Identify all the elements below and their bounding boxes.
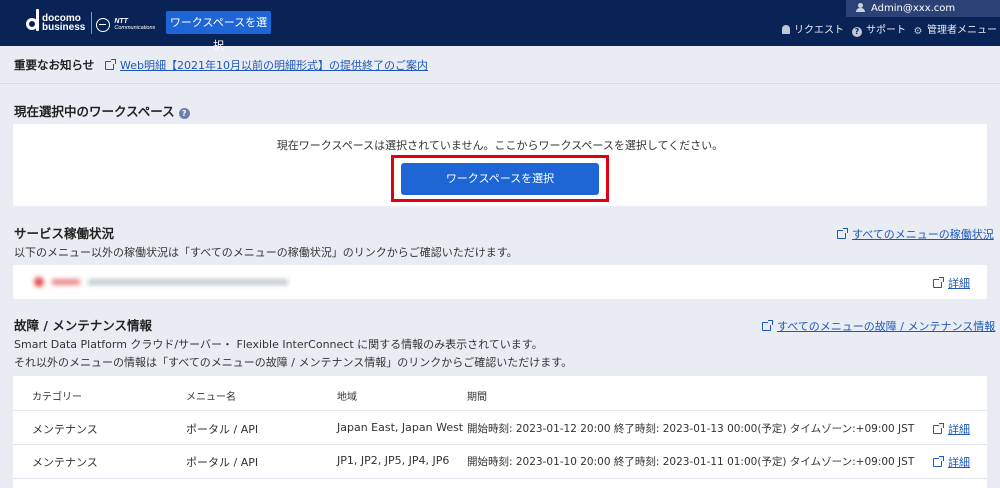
header-select-workspace-button[interactable]: ワークスペースを選択 <box>166 11 271 52</box>
admin-menu[interactable]: ⚙ 管理者メニュー <box>913 25 997 37</box>
logo-divider <box>91 12 92 34</box>
service-status-title: サービス稼働状況 <box>14 226 115 241</box>
docomo-d-icon <box>26 9 40 33</box>
maintenance-description-2: それ以外のメニューの情報は「すべてのメニューの故障 / メンテナンス情報」のリン… <box>14 356 573 369</box>
docomo-business-logo[interactable]: docomo business <box>26 9 90 35</box>
request-menu[interactable]: リクエスト <box>782 25 844 37</box>
current-workspace-heading: 現在選択中のワークスペース? <box>14 101 190 120</box>
user-icon <box>856 3 865 12</box>
brand-line2: business <box>42 22 86 33</box>
brand-text: docomo business <box>42 14 86 33</box>
row1-region: Japan East, Japan West <box>337 421 464 434</box>
ntt-name: NTT Communications <box>114 17 156 31</box>
row2-category: メンテナンス <box>32 456 98 469</box>
column-header-category: カテゴリー <box>32 392 82 403</box>
notice-title: 重要なお知らせ <box>14 58 95 72</box>
workspace-message: 現在ワークスペースは選択されていません。ここからワークスペースを選択してください… <box>276 139 724 152</box>
ntt-mark-icon <box>96 17 110 32</box>
row1-detail-link-text[interactable]: 詳細 <box>948 423 970 436</box>
external-link-icon <box>105 59 116 70</box>
external-link-icon <box>762 320 773 331</box>
external-link-icon <box>933 423 944 434</box>
gear-icon: ⚙ <box>913 26 923 37</box>
all-menu-maintenance-link-text[interactable]: すべてのメニューの故障 / メンテナンス情報 <box>777 320 995 333</box>
user-account-menu[interactable]: Admin@xxx.com <box>846 0 1000 17</box>
bell-icon <box>782 25 790 34</box>
maintenance-description-1: Smart Data Platform クラウド/サーバー・ Flexible … <box>14 338 543 351</box>
notice-link[interactable]: Web明細【2021年10月以前の明細形式】の提供終了のご案内 <box>105 57 428 73</box>
support-menu[interactable]: ? サポート <box>852 25 906 37</box>
column-header-menu: メニュー名 <box>186 392 236 403</box>
user-email: Admin@xxx.com <box>871 3 956 14</box>
notice-link-text[interactable]: Web明細【2021年10月以前の明細形式】の提供終了のご案内 <box>120 59 428 72</box>
blurred-status-row <box>32 276 292 288</box>
all-menu-status-link-text[interactable]: すべてのメニューの稼働状況 <box>852 228 994 241</box>
row2-menu: ポータル / API <box>186 456 259 469</box>
question-icon[interactable]: ? <box>178 108 190 119</box>
ntt-name-main: NTT <box>114 17 128 25</box>
help-icon: ? <box>852 27 862 37</box>
row1-menu: ポータル / API <box>186 423 259 436</box>
column-header-period: 期間 <box>467 392 487 403</box>
service-detail-link-text[interactable]: 詳細 <box>948 277 970 290</box>
support-label: サポート <box>866 25 906 36</box>
maintenance-title: 故障 / メンテナンス情報 <box>14 318 153 333</box>
row1-detail-link[interactable]: 詳細 <box>933 421 970 437</box>
column-header-region: 地域 <box>337 392 357 403</box>
row1-category: メンテナンス <box>32 423 98 436</box>
admin-label: 管理者メニュー <box>927 25 997 36</box>
service-status-description: 以下のメニュー以外の稼働状況は「すべてのメニューの稼働状況」のリンクからご確認い… <box>14 246 518 259</box>
external-link-icon <box>933 277 944 288</box>
table-divider <box>13 410 987 411</box>
table-divider <box>13 444 987 445</box>
request-label: リクエスト <box>794 25 844 36</box>
external-link-icon <box>933 456 944 467</box>
all-menu-maintenance-link[interactable]: すべてのメニューの故障 / メンテナンス情報 <box>762 318 995 334</box>
table-divider <box>13 478 987 479</box>
row2-region: JP1, JP2, JP5, JP4, JP6 <box>337 454 450 467</box>
all-menu-status-link[interactable]: すべてのメニューの稼働状況 <box>837 226 994 242</box>
ntt-name-sub: Communications <box>114 24 156 31</box>
external-link-icon <box>837 228 848 239</box>
service-detail-link[interactable]: 詳細 <box>933 275 970 291</box>
row2-period: 開始時刻: 2023-01-10 20:00 終了時刻: 2023-01-11 … <box>467 456 915 468</box>
top-header: docomo business NTT Communications ワークスペー… <box>0 0 1000 52</box>
row2-detail-link-text[interactable]: 詳細 <box>948 456 970 469</box>
select-workspace-button[interactable]: ワークスペースを選択 <box>401 163 599 195</box>
current-workspace-title: 現在選択中のワークスペース <box>14 104 175 119</box>
row2-detail-link[interactable]: 詳細 <box>933 454 970 470</box>
ntt-communications-logo: NTT Communications <box>96 17 155 32</box>
row1-period: 開始時刻: 2023-01-12 20:00 終了時刻: 2023-01-13 … <box>467 423 915 435</box>
